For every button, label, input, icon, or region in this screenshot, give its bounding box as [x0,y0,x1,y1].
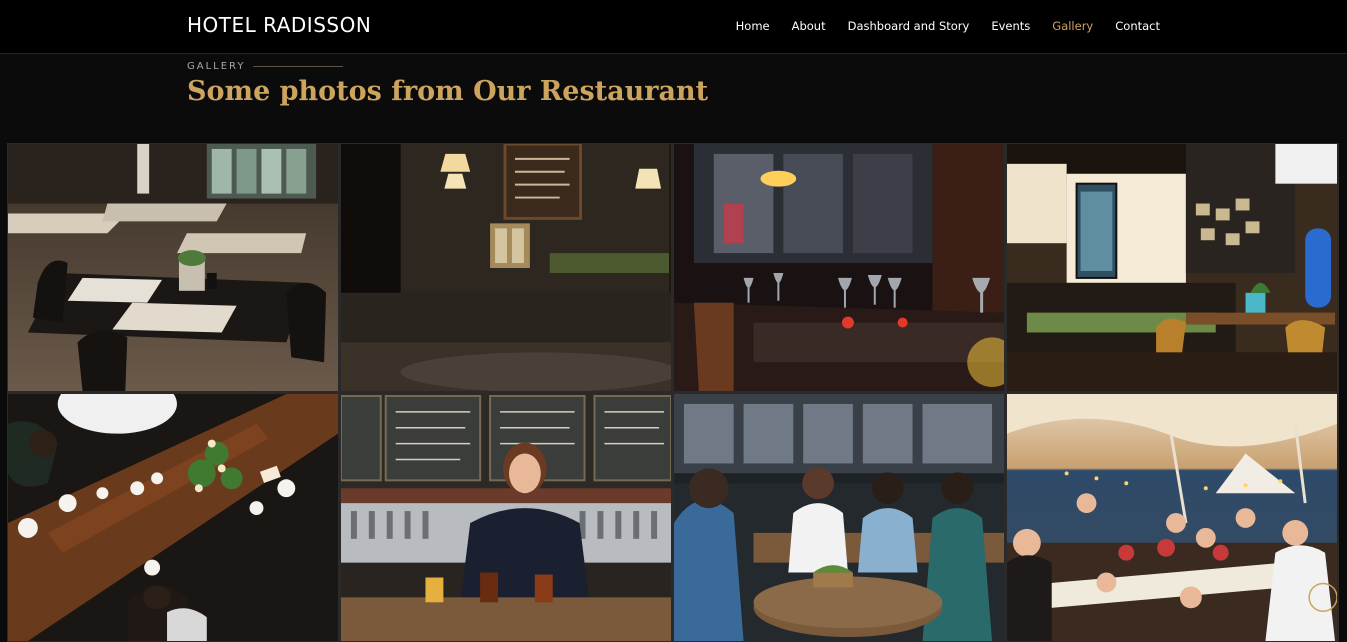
navbar: HOTEL RADISSON Home About Dashboard and … [0,0,1347,54]
gallery-photo-wooden-table[interactable] [7,393,339,642]
gallery-photo-beer-taps[interactable] [340,393,672,642]
gallery-photo-wine-glasses[interactable] [673,143,1005,392]
section-label-divider [253,66,344,67]
nav-events[interactable]: Events [991,19,1030,33]
nav-dashboard-and-story[interactable]: Dashboard and Story [848,19,970,33]
restaurant-tables-image [8,144,338,391]
photo-gallery [7,143,1339,642]
section-title: Some photos from Our Restaurant [187,76,709,107]
gallery-photo-patio-friends[interactable] [673,393,1005,642]
gallery-photo-bar-interior[interactable] [340,143,672,392]
nav-about[interactable]: About [792,19,826,33]
wine-glasses-image [674,144,1004,391]
beer-taps-image [341,394,671,641]
section-label: GALLERY [187,61,344,72]
brand-logo[interactable]: HOTEL RADISSON [187,13,371,37]
bar-interior-image [341,144,671,391]
tent-toast-image [1007,394,1337,641]
cafe-counter-image [1007,144,1337,391]
gallery-photo-cafe-counter[interactable] [1006,143,1338,392]
nav-home[interactable]: Home [736,19,770,33]
gallery-photo-tent-toast[interactable] [1006,393,1338,642]
section-label-text: GALLERY [187,61,246,72]
nav-gallery[interactable]: Gallery [1052,19,1093,33]
wooden-table-image [8,394,338,641]
gallery-photo-restaurant-tables[interactable] [7,143,339,392]
nav-contact[interactable]: Contact [1115,19,1160,33]
main-nav: Home About Dashboard and Story Events Ga… [736,19,1160,33]
patio-friends-image [674,394,1004,641]
